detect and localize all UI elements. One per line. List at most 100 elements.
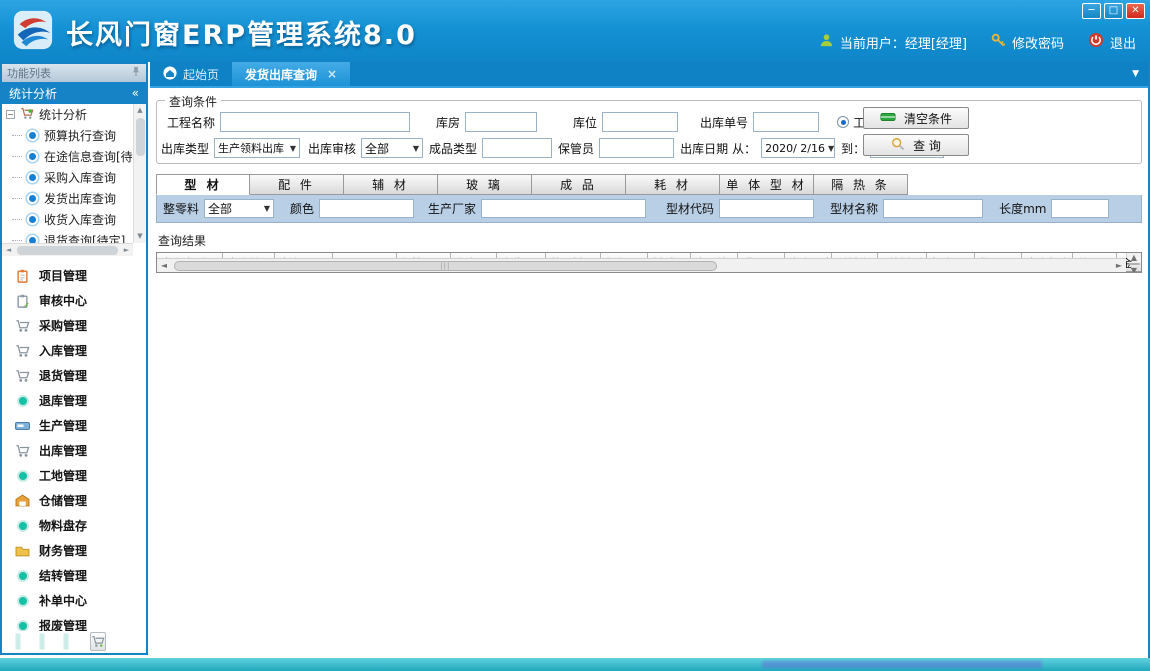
table-horizontal-scrollbar[interactable]: ◄ ||| ►	[157, 258, 1126, 272]
sidebar-item-出库管理[interactable]: 出库管理	[2, 438, 146, 463]
sidebar-item-label: 采购管理	[39, 317, 87, 334]
material-tab-7[interactable]: 单 体 型 材	[720, 174, 814, 195]
zhengling-select[interactable]: 全部▼	[204, 199, 274, 218]
project-name-input[interactable]	[220, 112, 410, 132]
sidebar-item-仓储管理[interactable]: 仓储管理	[2, 488, 146, 513]
clear-conditions-button[interactable]: 清空条件	[863, 107, 969, 129]
key-icon	[991, 33, 1006, 52]
sidebar-item-结转管理[interactable]: 结转管理	[2, 563, 146, 588]
sidebar-item-label: 入库管理	[39, 342, 87, 359]
tab-close-icon[interactable]: ×	[327, 67, 337, 81]
tree-horizontal-scrollbar[interactable]: ◄ ►	[2, 243, 133, 256]
tree-vertical-scrollbar[interactable]: ▲ ▼	[133, 104, 146, 243]
minimize-button[interactable]: ─	[1082, 3, 1101, 19]
material-tab-2[interactable]: 配 件	[250, 174, 344, 195]
sidebar-item-退库管理[interactable]: 退库管理	[2, 388, 146, 413]
tree-item[interactable]: 采购入库查询	[2, 167, 133, 188]
tree-expander-icon[interactable]: −	[6, 110, 15, 119]
scroll-right-icon[interactable]: ►	[120, 244, 133, 257]
scroll-down-icon[interactable]: ▼	[1127, 266, 1141, 273]
sidebar-item-label: 审核中心	[39, 292, 87, 309]
sidebar-item-入库管理[interactable]: 入库管理	[2, 338, 146, 363]
keeper-input[interactable]	[599, 138, 674, 158]
pin-icon[interactable]	[131, 66, 141, 80]
sidebar-item-label: 生产管理	[39, 417, 87, 434]
scroll-left-icon[interactable]: ◄	[2, 244, 15, 257]
chevron-down-icon: ▼	[261, 204, 270, 213]
out-type-select[interactable]: 生产领料出库▼	[214, 138, 300, 158]
product-type-input[interactable]	[482, 138, 552, 158]
current-user-label: 当前用户：经理[经理]	[840, 33, 967, 52]
scroll-right-icon[interactable]: ►	[1112, 261, 1126, 270]
material-tab-4[interactable]: 玻 璃	[438, 174, 532, 195]
manufacturer-label: 生产厂家	[428, 200, 476, 217]
current-user: 当前用户：经理[经理]	[819, 33, 967, 52]
collapse-icon[interactable]: «	[132, 86, 139, 100]
audit-select[interactable]: 全部▼	[361, 138, 423, 158]
material-tab-6[interactable]: 耗 材	[626, 174, 720, 195]
shortcut-cart-button[interactable]	[90, 632, 106, 651]
maximize-button[interactable]: □	[1104, 3, 1123, 19]
scrollbar-thumb[interactable]: |||	[174, 261, 717, 271]
sidebar-item-采购管理[interactable]: 采购管理	[2, 313, 146, 338]
scrollbar-thumb[interactable]	[1129, 263, 1140, 265]
window-controls: ─ □ ✕	[1082, 3, 1145, 19]
search-button[interactable]: 查 询	[863, 134, 969, 156]
sidebar-footer: »▼	[2, 631, 146, 653]
close-button[interactable]: ✕	[1126, 3, 1145, 19]
tree-item-label: 发货出库查询	[44, 190, 116, 207]
logout-button[interactable]: 退出	[1088, 32, 1136, 52]
tree-item[interactable]: 在途信息查询[待	[2, 146, 133, 167]
chevron-down-icon: ▼	[410, 144, 419, 153]
scroll-up-icon[interactable]: ▲	[1127, 253, 1141, 262]
cart-icon	[15, 369, 30, 383]
scroll-down-icon[interactable]: ▼	[134, 230, 147, 243]
material-tab-1[interactable]: 型 材	[156, 174, 250, 195]
order-no-input[interactable]	[753, 112, 819, 132]
scroll-left-icon[interactable]: ◄	[157, 261, 171, 270]
tree-item[interactable]: 预算执行查询	[2, 125, 133, 146]
location-input[interactable]	[602, 112, 678, 132]
tab-home[interactable]: 起始页	[150, 62, 232, 86]
sidebar-item-报废管理[interactable]: 报废管理	[2, 613, 146, 631]
sidebar-item-物料盘存[interactable]: 物料盘存	[2, 513, 146, 538]
sidebar-item-label: 退货管理	[39, 367, 87, 384]
tree-item[interactable]: 发货出库查询	[2, 188, 133, 209]
change-password-button[interactable]: 修改密码	[991, 33, 1064, 52]
tree-items: 预算执行查询在途信息查询[待采购入库查询发货出库查询收货入库查询退货查询[待定]…	[2, 125, 133, 243]
tree-root[interactable]: − 统计分析	[2, 104, 133, 125]
length-input[interactable]	[1051, 199, 1109, 218]
tree-item[interactable]: 退货查询[待定]	[2, 230, 133, 243]
sidebar-item-label: 出库管理	[39, 442, 87, 459]
tree-node-icon	[29, 195, 36, 202]
name-input[interactable]	[883, 199, 983, 218]
product-type-label: 成品类型	[429, 140, 477, 157]
tree-root-label: 统计分析	[39, 106, 87, 123]
tab-list-dropdown-icon[interactable]: ▼	[1132, 69, 1148, 79]
scroll-up-icon[interactable]: ▲	[134, 104, 147, 117]
section-title: 统计分析	[9, 85, 57, 102]
tree-item[interactable]: 收货入库查询	[2, 209, 133, 230]
table-vertical-scrollbar[interactable]: ▲ ▼	[1126, 253, 1141, 258]
sidebar-section-header[interactable]: 统计分析 «	[2, 82, 146, 104]
scrollbar-thumb[interactable]	[136, 118, 145, 156]
color-input[interactable]	[319, 199, 414, 218]
sidebar-item-财务管理[interactable]: 财务管理	[2, 538, 146, 563]
sidebar-item-生产管理[interactable]: 生产管理	[2, 413, 146, 438]
scrollbar-thumb[interactable]	[17, 246, 118, 255]
material-tab-8[interactable]: 隔 热 条	[814, 174, 908, 195]
date-from-picker[interactable]: 2020/ 2/16▼	[761, 138, 835, 158]
chevron-down-icon: ▼	[825, 144, 834, 153]
material-tab-3[interactable]: 辅 材	[344, 174, 438, 195]
sidebar-item-补单中心[interactable]: 补单中心	[2, 588, 146, 613]
material-tab-5[interactable]: 成 品	[532, 174, 626, 195]
tab-shipment-query[interactable]: 发货出库查询 ×	[232, 62, 350, 86]
sidebar-item-审核中心[interactable]: 审核中心	[2, 288, 146, 313]
sidebar-item-退货管理[interactable]: 退货管理	[2, 363, 146, 388]
warehouse-input[interactable]	[465, 112, 537, 132]
sidebar-item-工地管理[interactable]: 工地管理	[2, 463, 146, 488]
code-input[interactable]	[719, 199, 814, 218]
manufacturer-input[interactable]	[481, 199, 646, 218]
sidebar-item-项目管理[interactable]: 项目管理	[2, 263, 146, 288]
search-icon	[891, 137, 905, 154]
